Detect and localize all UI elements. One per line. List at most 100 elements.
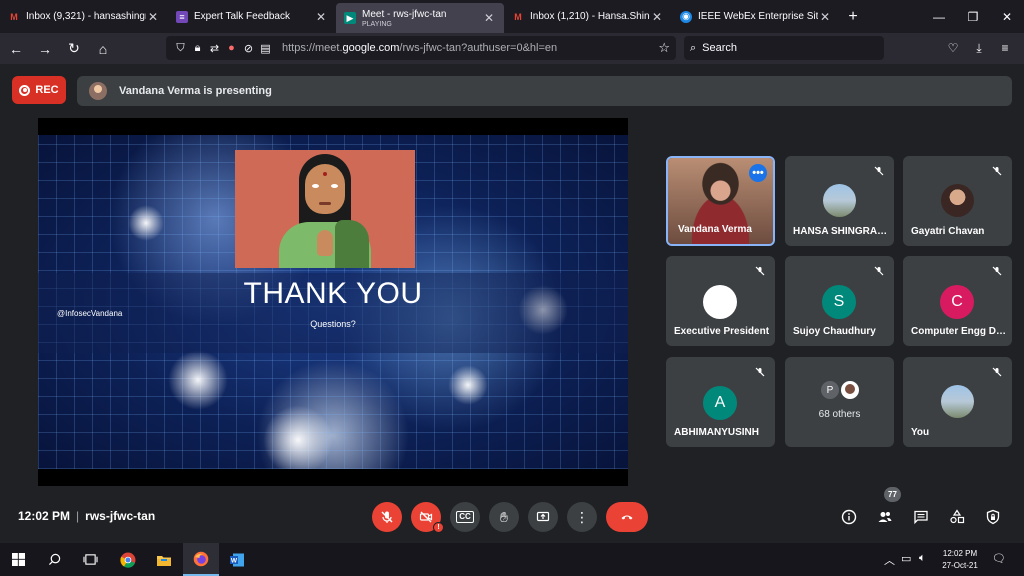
slide-handle: @InfosecVandana: [57, 309, 123, 318]
presenter-avatar: [89, 82, 107, 100]
restore-icon[interactable]: ❐: [956, 0, 990, 33]
volume-icon[interactable]: 🔈︎: [919, 552, 926, 565]
participant-tile[interactable]: C Computer Engg Department: [903, 256, 1012, 346]
mic-off-icon: [988, 363, 1006, 381]
participant-tile[interactable]: Gayatri Chavan: [903, 156, 1012, 246]
mic-off-icon: [751, 363, 769, 381]
taskbar-firefox[interactable]: [183, 543, 219, 576]
participant-name: ABHIMANYUSINH: [674, 427, 759, 438]
taskbar-file-explorer[interactable]: [146, 543, 182, 576]
start-button[interactable]: [0, 543, 36, 576]
meet-stage: REC Vandana Verma is presenting THANK YO…: [0, 64, 1024, 543]
chat-button[interactable]: [909, 505, 933, 529]
leave-call-button[interactable]: [606, 502, 648, 532]
more-options-button[interactable]: ⋮: [567, 502, 597, 532]
participant-name: Vandana Verma: [678, 224, 752, 235]
camera-blocked-icon[interactable]: ⊘: [240, 42, 257, 55]
task-view-button[interactable]: [72, 543, 108, 576]
meeting-code: rws-jfwc-tan: [85, 509, 156, 523]
search-input[interactable]: ⌕ Search: [684, 36, 884, 60]
activities-button[interactable]: [945, 505, 969, 529]
people-button[interactable]: [873, 505, 897, 529]
host-controls-button[interactable]: [981, 505, 1005, 529]
mic-toggle-button[interactable]: [372, 502, 402, 532]
word-icon: W: [230, 553, 244, 566]
tab-title: IEEE WebEx Enterprise Site - Home: [698, 11, 818, 22]
participant-avatar: A: [703, 386, 737, 420]
permissions-icon[interactable]: ⇄: [206, 42, 223, 55]
downloads-icon[interactable]: ⤓: [966, 36, 992, 60]
lock-icon[interactable]: 🔒︎: [189, 42, 206, 55]
taskbar-word[interactable]: W: [219, 543, 255, 576]
participant-tile[interactable]: A ABHIMANYUSINH: [666, 357, 775, 447]
windows-logo-icon: [11, 553, 25, 566]
tab-gmail-inbox-1[interactable]: M Inbox (9,321) - hansashingrakhia ✕: [0, 0, 168, 33]
raise-hand-button[interactable]: ✋︎: [489, 502, 519, 532]
camera-off-icon: [419, 511, 433, 523]
webex-icon: ◉: [680, 10, 692, 23]
captions-button[interactable]: CC: [450, 502, 480, 532]
participant-tile[interactable]: S Sujoy Chaudhury: [785, 256, 894, 346]
taskbar-chrome[interactable]: [110, 543, 146, 576]
avatar-initial: C: [951, 293, 963, 310]
present-screen-button[interactable]: [528, 502, 558, 532]
taskbar-clock[interactable]: 12:02 PM 27-Oct-21: [938, 548, 982, 572]
slide-subtitle: Questions?: [310, 319, 356, 329]
people-icon: [878, 512, 892, 522]
pocket-icon[interactable]: ♡: [940, 36, 966, 60]
presentation-view[interactable]: THANK YOU Questions? @InfosecVandana: [38, 118, 628, 486]
self-tile[interactable]: You: [903, 357, 1012, 447]
others-tile[interactable]: P 68 others: [785, 357, 894, 447]
slide-title: THANK YOU: [243, 277, 423, 310]
url-bar[interactable]: ⛉ 🔒︎ ⇄ ● ⊘ ▤ https://meet.google.com/rws…: [166, 36, 676, 60]
presenting-text: Vandana Verma is presenting: [119, 85, 272, 97]
reader-icon[interactable]: ▤: [257, 42, 274, 55]
microphone-permission-icon[interactable]: ●: [223, 42, 240, 54]
taskbar-time: 12:02 PM: [942, 549, 978, 558]
warning-icon: !: [433, 522, 444, 533]
minimize-icon[interactable]: —: [922, 0, 956, 33]
tab-playing-label: PLAYING: [362, 20, 392, 28]
participant-avatar: S: [822, 285, 856, 319]
network-icon[interactable]: ▭: [901, 552, 911, 565]
close-tab-icon[interactable]: ✕: [314, 10, 328, 24]
tab-meet[interactable]: ▶ Meet - rws-jfwc-tan PLAYING ✕: [336, 3, 504, 33]
close-window-icon[interactable]: ✕: [990, 0, 1024, 33]
participant-tile[interactable]: HANSA SHINGRAKHIA: [785, 156, 894, 246]
meeting-time: 12:02 PM: [18, 509, 71, 523]
search-icon: [48, 553, 60, 566]
close-tab-icon[interactable]: ✕: [146, 10, 160, 24]
participant-tile[interactable]: Executive President: [666, 256, 775, 346]
taskbar-search-button[interactable]: [36, 543, 72, 576]
participant-name: Sujoy Chaudhury: [793, 326, 876, 337]
bookmark-star-icon[interactable]: ☆: [658, 40, 670, 56]
chat-icon: [914, 510, 928, 525]
reload-icon[interactable]: ↻: [61, 36, 87, 62]
back-icon[interactable]: ←: [3, 36, 29, 62]
participant-name: Gayatri Chavan: [911, 226, 985, 237]
participant-avatar: [841, 381, 859, 399]
participant-avatar: [941, 184, 974, 217]
meeting-details-button[interactable]: [837, 505, 861, 529]
menu-icon[interactable]: ≡: [992, 36, 1018, 60]
mic-off-icon: [381, 511, 393, 523]
more-options-icon[interactable]: •••: [749, 164, 767, 182]
tab-ieee-webex[interactable]: ◉ IEEE WebEx Enterprise Site - Home ✕: [672, 0, 840, 33]
close-tab-icon[interactable]: ✕: [818, 10, 832, 24]
tab-expert-talk-feedback[interactable]: ≡ Expert Talk Feedback ✕: [168, 0, 336, 33]
forward-icon[interactable]: →: [32, 36, 58, 62]
camera-toggle-button[interactable]: !: [411, 502, 444, 533]
new-tab-button[interactable]: +: [840, 0, 866, 33]
show-hidden-icons-icon[interactable]: ︿: [884, 552, 895, 568]
notifications-icon[interactable]: 🗨︎: [992, 552, 1006, 565]
presenting-banner: Vandana Verma is presenting: [77, 76, 1012, 106]
present-icon: [536, 511, 550, 522]
participant-tile[interactable]: ••• Vandana Verma: [666, 156, 775, 246]
participant-name: HANSA SHINGRAKHIA: [793, 226, 889, 237]
participant-name: You: [911, 427, 930, 438]
close-tab-icon[interactable]: ✕: [650, 10, 664, 24]
close-tab-icon[interactable]: ✕: [482, 11, 496, 25]
shield-icon[interactable]: ⛉: [172, 42, 189, 55]
tab-gmail-inbox-2[interactable]: M Inbox (1,210) - Hansa.Shingrakhia ✕: [504, 0, 672, 33]
home-icon[interactable]: ⌂: [90, 36, 116, 62]
